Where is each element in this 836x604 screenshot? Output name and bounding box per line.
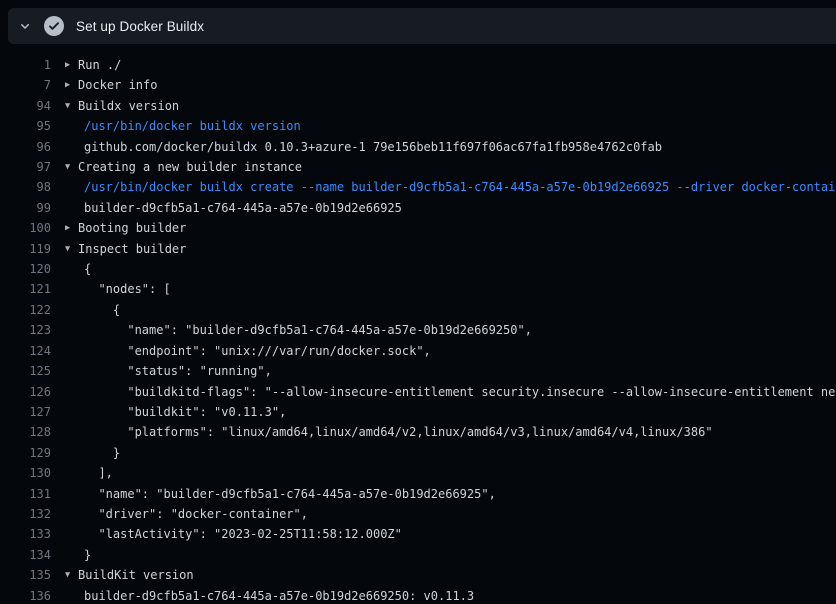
line-number[interactable]: 119 [0, 239, 51, 259]
log-output-text: github.com/docker/buildx 0.10.3+azure-1 … [84, 137, 662, 157]
log-line: 136 builder-d9cfb5a1-c764-445a-a57e-0b19… [0, 586, 836, 604]
log-output-text: "nodes": [ [84, 279, 171, 299]
log-output-text: "status": "running", [84, 361, 272, 381]
log-command-text: /usr/bin/docker buildx version [84, 116, 301, 136]
line-number[interactable]: 134 [0, 545, 51, 565]
log-line: 130 ], [0, 463, 836, 483]
line-number[interactable]: 133 [0, 524, 51, 544]
log-line: 126 "buildkitd-flags": "--allow-insecure… [0, 382, 836, 402]
line-number[interactable]: 99 [0, 198, 51, 218]
triangle-expanded-icon[interactable]: ▼ [65, 157, 70, 177]
log-output-text: "driver": "docker-container", [84, 504, 308, 524]
log-line: 120 { [0, 259, 836, 279]
log-group-title[interactable]: BuildKit version [78, 565, 194, 585]
log-group-title[interactable]: Creating a new builder instance [78, 157, 302, 177]
triangle-expanded-icon[interactable]: ▼ [65, 565, 70, 585]
log-line: 131 "name": "builder-d9cfb5a1-c764-445a-… [0, 484, 836, 504]
log-line: 119 ▼ Inspect builder [0, 239, 836, 259]
log-line: 97 ▼ Creating a new builder instance [0, 157, 836, 177]
step-title: Set up Docker Buildx [76, 19, 204, 34]
log-output-text: "buildkitd-flags": "--allow-insecure-ent… [84, 382, 836, 402]
line-number[interactable]: 132 [0, 504, 51, 524]
log-output-text: "endpoint": "unix:///var/run/docker.sock… [84, 341, 431, 361]
line-number[interactable]: 124 [0, 341, 51, 361]
line-number[interactable]: 123 [0, 320, 51, 340]
triangle-expanded-icon[interactable]: ▼ [65, 239, 70, 259]
log-line: 128 "platforms": "linux/amd64,linux/amd6… [0, 422, 836, 442]
line-number[interactable]: 131 [0, 484, 51, 504]
line-number[interactable]: 98 [0, 177, 51, 197]
log-line: 98 /usr/bin/docker buildx create --name … [0, 177, 836, 197]
log-command-text: /usr/bin/docker buildx create --name bui… [84, 177, 836, 197]
check-circle-icon [44, 16, 64, 36]
chevron-down-icon[interactable] [17, 18, 33, 34]
log-line: 125 "status": "running", [0, 361, 836, 381]
line-number[interactable]: 128 [0, 422, 51, 442]
log-output-text: } [84, 443, 120, 463]
line-number[interactable]: 120 [0, 259, 51, 279]
log-output-text: { [84, 300, 120, 320]
log-line: 94 ▼ Buildx version [0, 96, 836, 116]
log-group-title[interactable]: Docker info [78, 75, 157, 95]
line-number[interactable]: 127 [0, 402, 51, 422]
log-line: 132 "driver": "docker-container", [0, 504, 836, 524]
line-number[interactable]: 7 [0, 75, 51, 95]
line-number[interactable]: 95 [0, 116, 51, 136]
log-output-text: "lastActivity": "2023-02-25T11:58:12.000… [84, 524, 402, 544]
triangle-collapsed-icon[interactable]: ▶ [65, 218, 70, 238]
line-number[interactable]: 122 [0, 300, 51, 320]
log-output-text: "buildkit": "v0.11.3", [84, 402, 286, 422]
log-line: 96 github.com/docker/buildx 0.10.3+azure… [0, 137, 836, 157]
log-output-text: builder-d9cfb5a1-c764-445a-a57e-0b19d2e6… [84, 198, 402, 218]
log-group-title[interactable]: Buildx version [78, 96, 179, 116]
log-output-text: "platforms": "linux/amd64,linux/amd64/v2… [84, 422, 713, 442]
log-line: 121 "nodes": [ [0, 279, 836, 299]
log-group-title[interactable]: Inspect builder [78, 239, 186, 259]
log-output-text: } [84, 545, 91, 565]
triangle-expanded-icon[interactable]: ▼ [65, 96, 70, 116]
log-line: 133 "lastActivity": "2023-02-25T11:58:12… [0, 524, 836, 544]
line-number[interactable]: 100 [0, 218, 51, 238]
log-output-text: ], [84, 463, 113, 483]
triangle-collapsed-icon[interactable]: ▶ [65, 55, 70, 75]
line-number[interactable]: 135 [0, 565, 51, 585]
line-number[interactable]: 96 [0, 137, 51, 157]
log-container: 1 ▶ Run ./ 7 ▶ Docker info 94 ▼ Buildx v… [0, 44, 836, 604]
log-line: 135 ▼ BuildKit version [0, 565, 836, 585]
log-output-text: "name": "builder-d9cfb5a1-c764-445a-a57e… [84, 320, 532, 340]
log-line: 99 builder-d9cfb5a1-c764-445a-a57e-0b19d… [0, 198, 836, 218]
triangle-collapsed-icon[interactable]: ▶ [65, 75, 70, 95]
log-group-title[interactable]: Run ./ [78, 55, 121, 75]
line-number[interactable]: 121 [0, 279, 51, 299]
log-line: 123 "name": "builder-d9cfb5a1-c764-445a-… [0, 320, 836, 340]
line-number[interactable]: 94 [0, 96, 51, 116]
log-output-text: builder-d9cfb5a1-c764-445a-a57e-0b19d2e6… [84, 586, 474, 604]
line-number[interactable]: 129 [0, 443, 51, 463]
log-line: 127 "buildkit": "v0.11.3", [0, 402, 836, 422]
log-line: 134 } [0, 545, 836, 565]
log-line: 1 ▶ Run ./ [0, 55, 836, 75]
log-line: 7 ▶ Docker info [0, 75, 836, 95]
line-number[interactable]: 1 [0, 55, 51, 75]
log-output-text: "name": "builder-d9cfb5a1-c764-445a-a57e… [84, 484, 496, 504]
line-number[interactable]: 97 [0, 157, 51, 177]
log-group-title[interactable]: Booting builder [78, 218, 186, 238]
log-line: 100 ▶ Booting builder [0, 218, 836, 238]
line-number[interactable]: 126 [0, 382, 51, 402]
line-number[interactable]: 130 [0, 463, 51, 483]
line-number[interactable]: 136 [0, 586, 51, 604]
log-line: 95 /usr/bin/docker buildx version [0, 116, 836, 136]
line-number[interactable]: 125 [0, 361, 51, 381]
log-line: 129 } [0, 443, 836, 463]
log-line: 124 "endpoint": "unix:///var/run/docker.… [0, 341, 836, 361]
log-line: 122 { [0, 300, 836, 320]
log-output-text: { [84, 259, 91, 279]
step-header[interactable]: Set up Docker Buildx [8, 8, 836, 44]
